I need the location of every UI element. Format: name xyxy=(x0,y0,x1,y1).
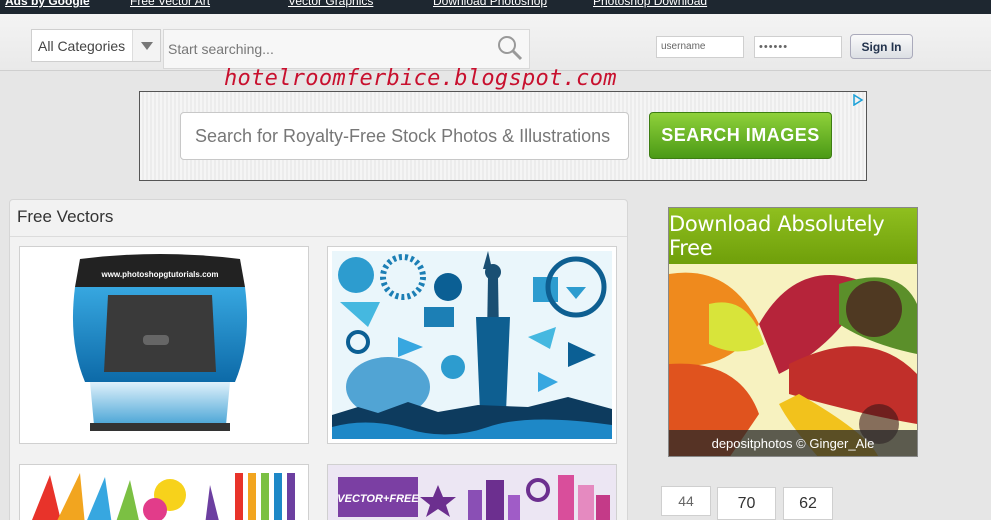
top-nav-bar: Ads by Google Free Vector Art Vector Gra… xyxy=(0,0,991,14)
side-ad-artwork xyxy=(669,264,917,456)
panel-divider xyxy=(10,236,627,237)
search-box xyxy=(163,29,530,69)
vector-thumb-colors[interactable] xyxy=(19,464,309,520)
side-ad-headline: Download Absolutely Free xyxy=(669,208,917,264)
chevron-down-icon[interactable] xyxy=(132,30,160,61)
ad-banner[interactable]: Search for Royalty-Free Stock Photos & I… xyxy=(139,91,867,181)
search-input[interactable] xyxy=(168,38,488,60)
vector-thumb-liberty[interactable] xyxy=(327,246,617,444)
stamp-url-text: www.photoshopgtutorials.com xyxy=(100,270,218,279)
free-vector-art-link[interactable]: Free Vector Art xyxy=(130,0,210,8)
free-vectors-panel: Free Vectors www.photoshopgtutorials.com xyxy=(9,199,628,520)
side-ad-caption: depositphotos © Ginger_Ale xyxy=(669,430,917,456)
ad-search-field[interactable]: Search for Royalty-Free Stock Photos & I… xyxy=(180,112,629,160)
city-illustration: VECTOR+FREE xyxy=(328,465,616,520)
username-field[interactable]: username xyxy=(656,36,744,58)
side-ad[interactable]: Download Absolutely Free depositphotos ©… xyxy=(668,207,918,457)
download-photoshop-link[interactable]: Download Photoshop xyxy=(433,0,547,8)
photoshop-download-link[interactable]: Photoshop Download xyxy=(593,0,707,8)
blog-watermark: hotelroomferbice.blogspot.com xyxy=(224,66,617,91)
share-counter-2[interactable]: 70 xyxy=(717,487,776,520)
site-header: All Categories username •••••• Sign In xyxy=(0,14,991,71)
share-counter-1[interactable]: 44 xyxy=(661,486,711,516)
vector-thumb-stamp[interactable]: www.photoshopgtutorials.com xyxy=(19,246,309,444)
search-icon[interactable] xyxy=(497,35,523,66)
vector-graphics-link[interactable]: Vector Graphics xyxy=(288,0,373,8)
category-label: All Categories xyxy=(38,37,126,54)
share-counter-3[interactable]: 62 xyxy=(783,487,833,520)
vector-thumb-city[interactable]: VECTOR+FREE xyxy=(327,464,617,520)
password-field[interactable]: •••••• xyxy=(754,36,842,58)
colorful-shapes-illustration xyxy=(32,473,295,520)
liberty-illustration xyxy=(332,251,612,439)
category-dropdown[interactable]: All Categories xyxy=(31,29,161,62)
panel-title: Free Vectors xyxy=(17,207,114,226)
sign-in-button[interactable]: Sign In xyxy=(850,34,913,59)
ads-by-google-link[interactable]: Ads by Google xyxy=(5,0,90,8)
adchoices-icon[interactable] xyxy=(852,93,864,107)
search-images-button[interactable]: SEARCH IMAGES xyxy=(649,112,832,159)
stamp-illustration: www.photoshopgtutorials.com xyxy=(72,254,248,431)
vector-free-text: VECTOR+FREE xyxy=(337,493,419,505)
